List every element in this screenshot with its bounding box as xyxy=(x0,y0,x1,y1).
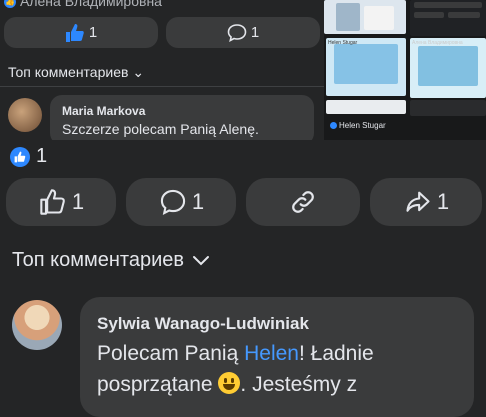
thumbnail-caption: Алена Владимировна xyxy=(412,40,463,46)
thumbnail-image xyxy=(414,2,482,8)
thumbnail-image xyxy=(336,3,360,31)
like-reaction-icon: 👍 xyxy=(4,0,16,9)
top-comments-toggle[interactable]: Топ комментариев xyxy=(12,249,210,272)
comment-text: Szczerze polecam Panią Alenę. xyxy=(62,121,259,137)
embedded-comment-button[interactable]: 1 xyxy=(166,17,320,48)
copy-link-button[interactable] xyxy=(246,178,360,226)
thumbnail-caption: Helen Stugar xyxy=(328,40,358,46)
comment-icon xyxy=(160,189,186,216)
thumbnail-author: Helen Stugar xyxy=(330,121,386,130)
thumbnail-image xyxy=(448,12,480,18)
avatar[interactable] xyxy=(12,300,62,350)
comment-icon xyxy=(227,23,247,42)
mention-link[interactable]: Helen xyxy=(244,342,299,365)
embedded-post-card: 👍 Алена Владимировна 1 1 Топ комментариев… xyxy=(0,0,324,140)
thumbnail-image xyxy=(334,44,398,84)
comment-text-line: posprzątane . Jesteśmy z xyxy=(97,372,358,396)
reaction-summary[interactable]: 1 xyxy=(10,145,47,168)
like-reaction-icon xyxy=(330,122,337,130)
thumbnail-image xyxy=(364,6,394,30)
comment-author-name[interactable]: Maria Markova xyxy=(62,104,145,118)
embedded-like-button[interactable]: 1 xyxy=(4,17,158,48)
comment-text-line: Polecam Panią Helen! Ładnie xyxy=(97,342,374,365)
thumbnail-image xyxy=(418,46,478,86)
thumbnail-image xyxy=(414,12,444,18)
avatar[interactable] xyxy=(8,98,42,132)
thumbs-up-icon xyxy=(40,189,65,215)
like-button[interactable]: 1 xyxy=(6,178,116,226)
thumbs-up-filled-icon xyxy=(65,23,84,42)
grinning-face-emoji-icon xyxy=(218,372,241,394)
chevron-down-icon xyxy=(193,255,210,265)
embedded-author[interactable]: 👍 Алена Владимировна xyxy=(4,0,162,9)
embedded-top-comments-toggle[interactable]: Топ комментариев ⌄ xyxy=(8,64,144,81)
share-button[interactable]: 1 xyxy=(370,178,482,226)
comment-author-name[interactable]: Sylwia Wanago-Ludwiniak xyxy=(97,314,309,334)
comment-button[interactable]: 1 xyxy=(126,178,236,226)
thumbnail-image xyxy=(410,100,486,116)
thumbnail-preview[interactable]: Алена Владимировна Helen Stugar Helen St… xyxy=(324,0,486,140)
share-icon xyxy=(406,191,430,212)
reaction-count: 1 xyxy=(36,145,48,167)
thumbnail-image xyxy=(326,100,406,114)
chevron-down-icon: ⌄ xyxy=(132,64,145,80)
like-reaction-icon xyxy=(10,146,30,167)
divider xyxy=(0,86,324,87)
link-icon xyxy=(292,191,314,213)
